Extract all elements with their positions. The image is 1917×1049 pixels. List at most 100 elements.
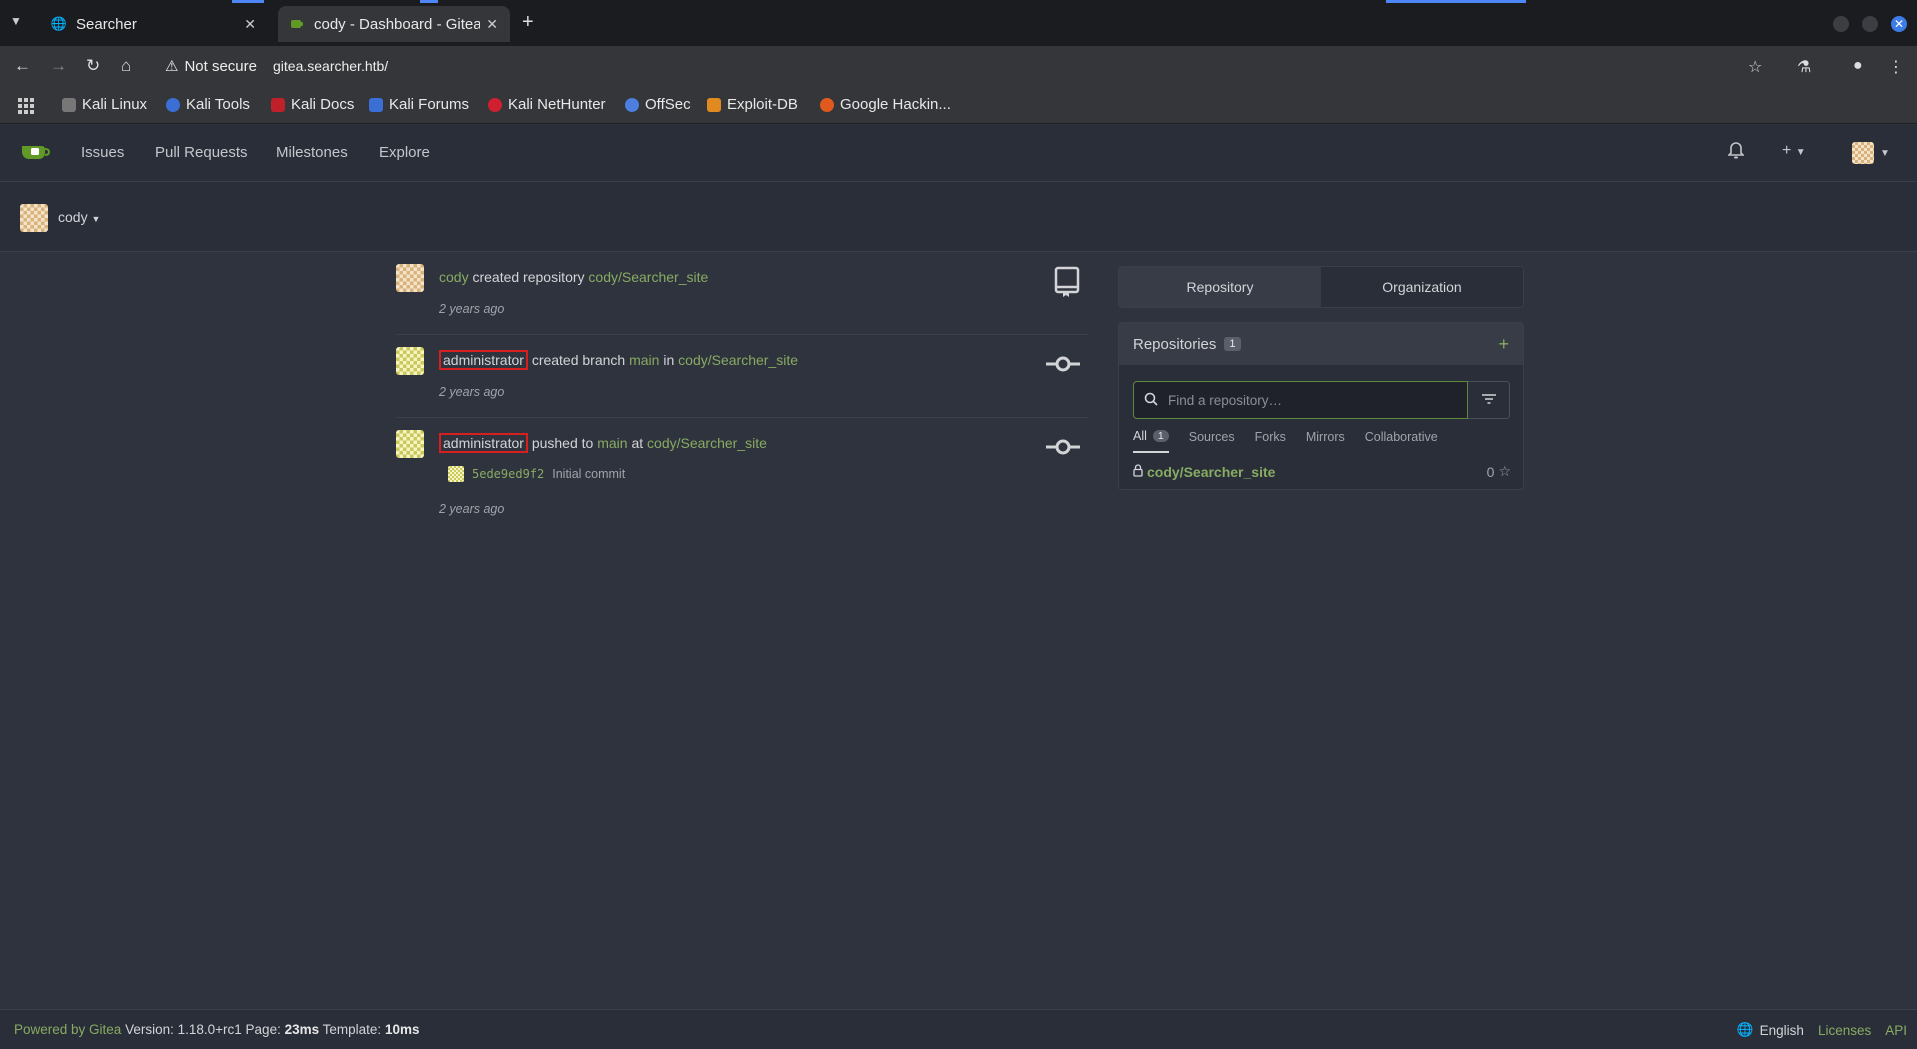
feed-item-create-repo: cody created repository cody/Searcher_si… (396, 264, 1088, 334)
kali-tools-icon (166, 97, 180, 112)
licenses-link[interactable]: Licenses (1818, 1023, 1871, 1038)
filter-collaborative[interactable]: Collaborative (1365, 429, 1438, 453)
repo-icon (1054, 266, 1080, 301)
gitea-logo-icon[interactable] (20, 141, 51, 163)
bookmark-exploit-db[interactable]: Exploit-DB (707, 96, 798, 113)
footer-info: Powered by Gitea Version: 1.18.0+rc1 Pag… (14, 1022, 419, 1037)
minimize-button[interactable] (1833, 16, 1849, 32)
repo-list-item[interactable]: cody/Searcher_site 0 ☆ (1133, 463, 1511, 480)
avatar[interactable] (396, 264, 424, 292)
filter-icon (1481, 392, 1497, 408)
avatar[interactable] (396, 347, 424, 375)
offsec-icon (625, 97, 639, 112)
notifications-bell-icon[interactable] (1727, 142, 1745, 165)
bookmark-label: OffSec (645, 96, 691, 113)
commit-sha-link[interactable]: 5ede9ed9f2 (472, 467, 544, 481)
branch-link[interactable]: main (629, 352, 659, 368)
nav-milestones[interactable]: Milestones (276, 144, 348, 161)
home-icon[interactable]: ⌂ (121, 56, 131, 76)
exploit-db-icon (707, 97, 721, 112)
repo-name-link[interactable]: cody/Searcher_site (1147, 464, 1275, 480)
actor-link[interactable]: administrator (439, 350, 528, 370)
apps-grid-icon[interactable] (18, 98, 34, 114)
close-tab-icon[interactable]: ✕ (486, 16, 498, 33)
language-label: English (1759, 1022, 1804, 1038)
repo-link[interactable]: cody/Searcher_site (647, 435, 767, 451)
profile-icon[interactable]: ● (1853, 57, 1863, 75)
tab-title: cody - Dashboard - Gitea (314, 15, 481, 33)
bookmark-label: Kali NetHunter (508, 96, 606, 113)
filter-button[interactable] (1468, 381, 1510, 419)
avatar (448, 466, 464, 482)
repo-org-tabs: Repository Organization (1118, 266, 1524, 308)
bookmark-kali-tools[interactable]: Kali Tools (166, 96, 250, 113)
actor-link[interactable]: cody (439, 269, 469, 285)
context-user-dropdown[interactable]: cody ▼ (58, 209, 100, 225)
repo-search-input[interactable] (1168, 392, 1448, 408)
language-selector[interactable]: 🌐 English (1737, 1022, 1804, 1038)
avatar (20, 204, 48, 232)
maximize-button[interactable] (1862, 16, 1878, 32)
new-repo-plus-icon[interactable]: + (1498, 334, 1509, 355)
create-new-dropdown[interactable]: + ▼ (1782, 142, 1806, 160)
filter-forks[interactable]: Forks (1255, 429, 1286, 453)
nav-issues[interactable]: Issues (81, 144, 124, 161)
tab-gitea-dashboard[interactable]: cody - Dashboard - Gitea ✕ (278, 6, 510, 42)
bookmark-google-hacking[interactable]: Google Hackin... (820, 96, 951, 113)
back-icon[interactable]: ← (14, 56, 31, 76)
nav-explore[interactable]: Explore (379, 144, 430, 161)
security-indicator[interactable]: ⚠ Not secure (165, 57, 257, 76)
bookmark-kali-forums[interactable]: Kali Forums (369, 96, 469, 113)
timestamp: 2 years ago (439, 302, 505, 316)
star-icon: ☆ (1498, 463, 1511, 479)
timestamp: 2 years ago (439, 385, 505, 399)
dashboard-context-bar: cody ▼ (0, 182, 1917, 252)
menu-kebab-icon[interactable]: ⋮ (1888, 57, 1904, 77)
api-link[interactable]: API (1885, 1023, 1907, 1038)
caret-down-icon: ▼ (1795, 147, 1806, 158)
template-time: 10ms (384, 1022, 420, 1037)
branch-link[interactable]: main (597, 435, 627, 451)
repo-stars: 0 ☆ (1487, 463, 1511, 480)
tab-searcher[interactable]: 🌐 Searcher ✕ (40, 6, 268, 42)
address-bar[interactable]: gitea.searcher.htb/ (273, 58, 388, 74)
browser-tab-bar: ▼ 🌐 Searcher ✕ cody - Dashboard - Gitea … (0, 0, 1917, 46)
timestamp: 2 years ago (439, 502, 505, 516)
bookmark-kali-docs[interactable]: Kali Docs (271, 96, 354, 113)
globe-icon: 🌐 (50, 16, 68, 31)
powered-by-link[interactable]: Powered by Gitea (14, 1022, 121, 1037)
labs-flask-icon[interactable]: ⚗ (1797, 57, 1811, 77)
nav-pull-requests[interactable]: Pull Requests (155, 144, 248, 161)
lock-icon (1133, 463, 1143, 480)
tab-repository[interactable]: Repository (1119, 267, 1321, 307)
avatar[interactable] (396, 430, 424, 458)
gitea-navbar: Issues Pull Requests Milestones Explore … (0, 125, 1917, 182)
caret-down-icon: ▼ (1880, 147, 1890, 159)
search-icon (1144, 392, 1158, 409)
page-time: 23ms (284, 1022, 320, 1037)
reload-icon[interactable]: ↻ (86, 56, 100, 76)
filter-all[interactable]: All 1 (1133, 429, 1169, 453)
bookmark-label: Kali Linux (82, 96, 148, 113)
user-menu-dropdown[interactable]: ▼ (1852, 142, 1890, 164)
filter-mirrors[interactable]: Mirrors (1306, 429, 1345, 453)
bookmark-star-icon[interactable]: ☆ (1748, 57, 1762, 77)
repo-link[interactable]: cody/Searcher_site (588, 269, 708, 285)
repositories-header: Repositories 1 + (1119, 323, 1523, 365)
bookmark-offsec[interactable]: OffSec (625, 96, 691, 113)
repo-link[interactable]: cody/Searcher_site (678, 352, 798, 368)
tab-search-icon[interactable]: ▼ (10, 14, 22, 28)
new-tab-button[interactable]: + (522, 11, 534, 34)
close-tab-icon[interactable]: ✕ (244, 16, 256, 33)
bookmark-kali-nethunter[interactable]: Kali NetHunter (488, 96, 606, 113)
tab-organization[interactable]: Organization (1321, 267, 1523, 307)
filter-sources[interactable]: Sources (1189, 429, 1235, 453)
preposition-text: at (631, 435, 644, 451)
tab-title: Searcher (76, 15, 137, 33)
forward-icon[interactable]: → (50, 56, 67, 76)
repositories-panel: Repositories 1 + All 1 Sources Forks Mirr… (1118, 322, 1524, 490)
actor-link[interactable]: administrator (439, 433, 528, 453)
feed-text: administrator created branch main in cod… (439, 350, 798, 370)
bookmark-kali-linux[interactable]: Kali Linux (62, 96, 147, 113)
close-window-button[interactable]: ✕ (1891, 16, 1907, 32)
